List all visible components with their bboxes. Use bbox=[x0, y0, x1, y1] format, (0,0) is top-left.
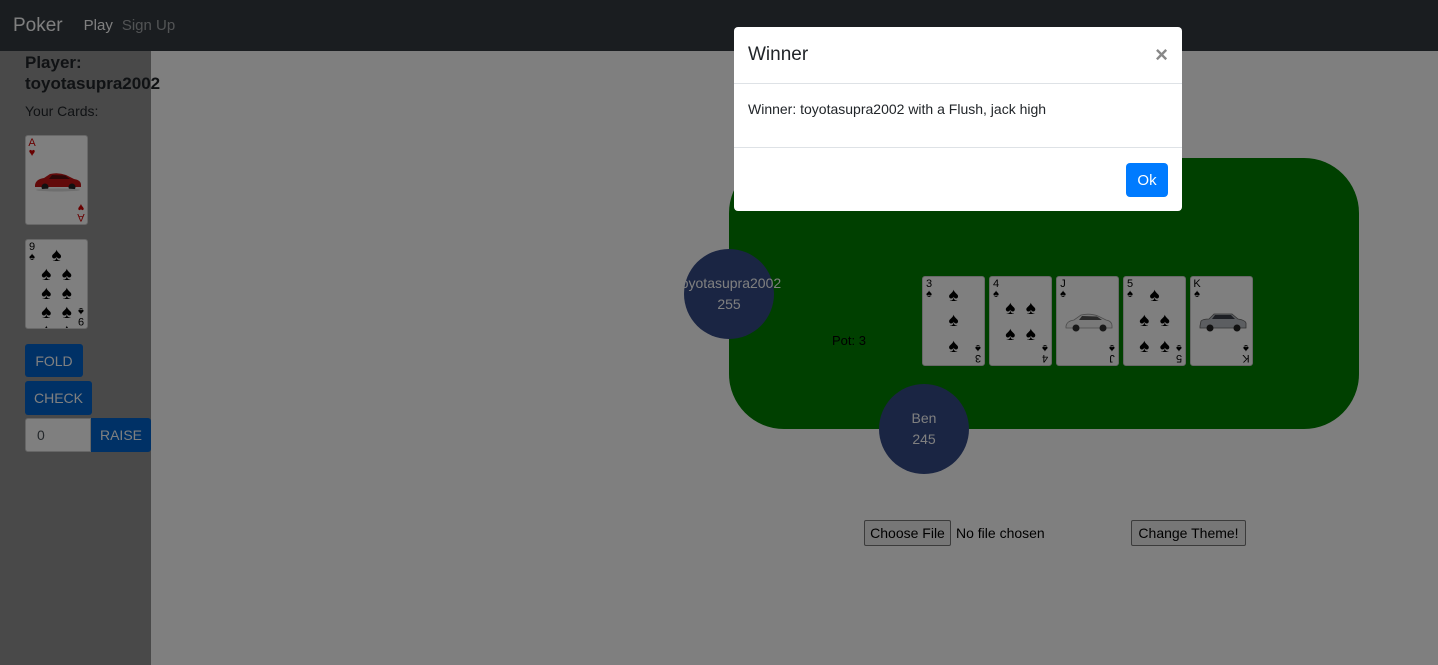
modal-header: Winner × bbox=[734, 27, 1182, 84]
winner-modal: Winner × Winner: toyotasupra2002 with a … bbox=[734, 27, 1182, 211]
winner-message: Winner: toyotasupra2002 with a Flush, ja… bbox=[748, 101, 1047, 117]
close-icon[interactable]: × bbox=[1155, 44, 1168, 66]
modal-backdrop[interactable] bbox=[0, 0, 1438, 665]
modal-body: Winner: toyotasupra2002 with a Flush, ja… bbox=[734, 84, 1182, 148]
ok-button[interactable]: Ok bbox=[1126, 163, 1168, 197]
modal-title: Winner bbox=[748, 44, 809, 65]
